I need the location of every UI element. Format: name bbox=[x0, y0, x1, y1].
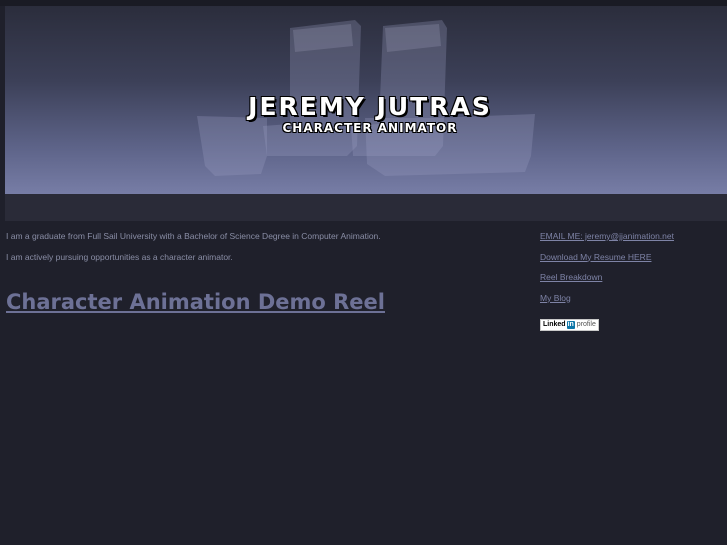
intro-text-pursuing: I am actively pursuing opportunities as … bbox=[6, 252, 233, 262]
site-subtitle: CHARACTER ANIMATOR bbox=[282, 121, 458, 135]
linkedin-profile-text: profile bbox=[576, 321, 596, 328]
page: JEREMY JUTRAS CHARACTER ANIMATOR I am a … bbox=[0, 0, 727, 545]
linkedin-brand-text: Linked bbox=[543, 321, 566, 328]
intro-text-graduate: I am a graduate from Full Sail Universit… bbox=[6, 231, 381, 241]
linkedin-in-mark: in bbox=[566, 320, 575, 329]
email-link[interactable]: EMAIL ME: jeremy@jjanimation.net bbox=[540, 231, 674, 252]
linkedin-profile-badge-icon[interactable]: Linked in profile bbox=[540, 318, 599, 331]
header-title-block: JEREMY JUTRAS CHARACTER ANIMATOR bbox=[195, 92, 545, 134]
demo-reel-link[interactable]: Character Animation Demo Reel bbox=[6, 290, 385, 314]
site-title: JEREMY JUTRAS bbox=[248, 92, 492, 121]
header-banner: JEREMY JUTRAS CHARACTER ANIMATOR bbox=[5, 6, 727, 194]
reel-breakdown-link[interactable]: Reel Breakdown bbox=[540, 272, 674, 293]
banner-strip bbox=[5, 194, 727, 221]
sidebar-links: EMAIL ME: jeremy@jjanimation.net Downloa… bbox=[540, 231, 674, 331]
resume-download-link[interactable]: Download My Resume HERE bbox=[540, 252, 674, 273]
blog-link[interactable]: My Blog bbox=[540, 293, 674, 314]
